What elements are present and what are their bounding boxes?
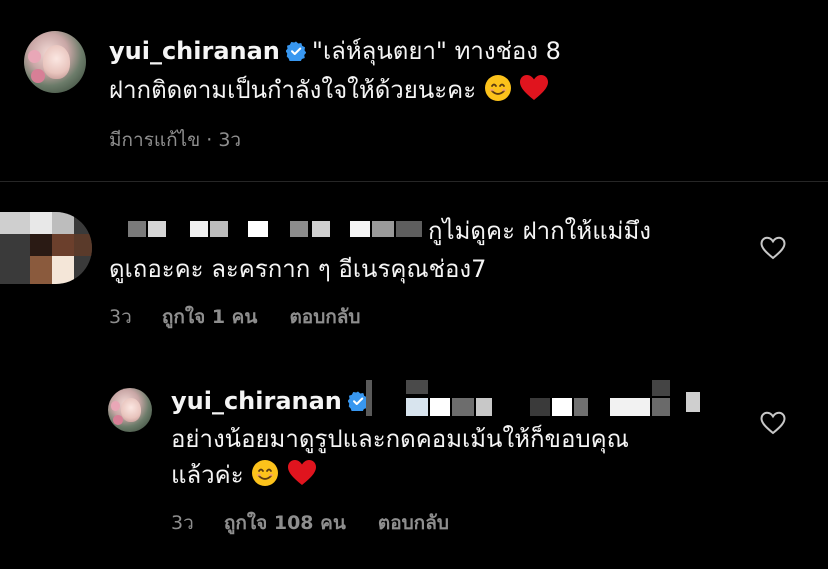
reply-avatar[interactable] [108,388,152,432]
red-heart-emoji [287,460,316,485]
comment-time: 3ว [109,306,132,328]
reply-likes-link[interactable]: ถูกใจ 108 คน [224,512,346,534]
verified-badge-icon [347,391,368,411]
comment-username-censored[interactable] [128,218,426,240]
post-caption-line1: yui_chiranan "เล่ห์ลุนตยา" ทางช่อง 8 [109,34,561,68]
smiling-face-emoji [252,460,279,486]
comment-avatar-pixelated[interactable] [0,212,92,284]
reply-time: 3ว [171,512,194,534]
post-meta: มีการแก้ไข · 3ว [109,125,241,155]
post-avatar[interactable] [24,31,86,93]
verified-badge-icon [285,41,306,61]
red-heart-emoji [520,75,549,100]
reply-text-line2: แล้วค่ะ [171,458,317,492]
post-caption-text2: ฝากติดตามเป็นกำลังใจให้ด้วยนะคะ [109,76,477,104]
edited-label: มีการแก้ไข [109,129,201,151]
reply-like-heart-icon[interactable] [760,411,786,435]
smiling-face-emoji [484,75,511,101]
comment-like-heart-icon[interactable] [760,236,786,260]
comment-text-line1: กูไม่ดูคะ ฝากให้แม่มึง [428,217,652,245]
reply-text2: แล้วค่ะ [171,461,244,489]
post-username[interactable]: yui_chiranan [109,37,280,65]
meta-separator: · [206,129,219,151]
divider [0,181,828,182]
comment-meta: 3ว ถูกใจ 1 คน ตอบกลับ [109,302,360,332]
reply-username[interactable]: yui_chiranan [171,387,342,415]
post-caption-text1: "เล่ห์ลุนตยา" ทางช่อง 8 [311,37,561,65]
post-time: 3ว [218,129,242,151]
reply-meta: 3ว ถูกใจ 108 คน ตอบกลับ [171,508,449,538]
post-caption-line2: ฝากติดตามเป็นกำลังใจให้ด้วยนะคะ [109,73,549,107]
reply-reply-button[interactable]: ตอบกลับ [378,512,449,534]
comment-text-line2: ดูเถอะคะ ละครกาก ๆ อีเนรคุณช่อง7 [109,255,487,283]
comment-reply-button[interactable]: ตอบกลับ [289,306,360,328]
reply-mention-censored[interactable] [366,378,702,418]
reply-line1: yui_chiranan [171,384,374,418]
reply-text-line1: อย่างน้อยมาดูรูปและกดคอมเม้นให้ก็ขอบคุณ [171,425,629,453]
comment-likes-link[interactable]: ถูกใจ 1 คน [162,306,258,328]
